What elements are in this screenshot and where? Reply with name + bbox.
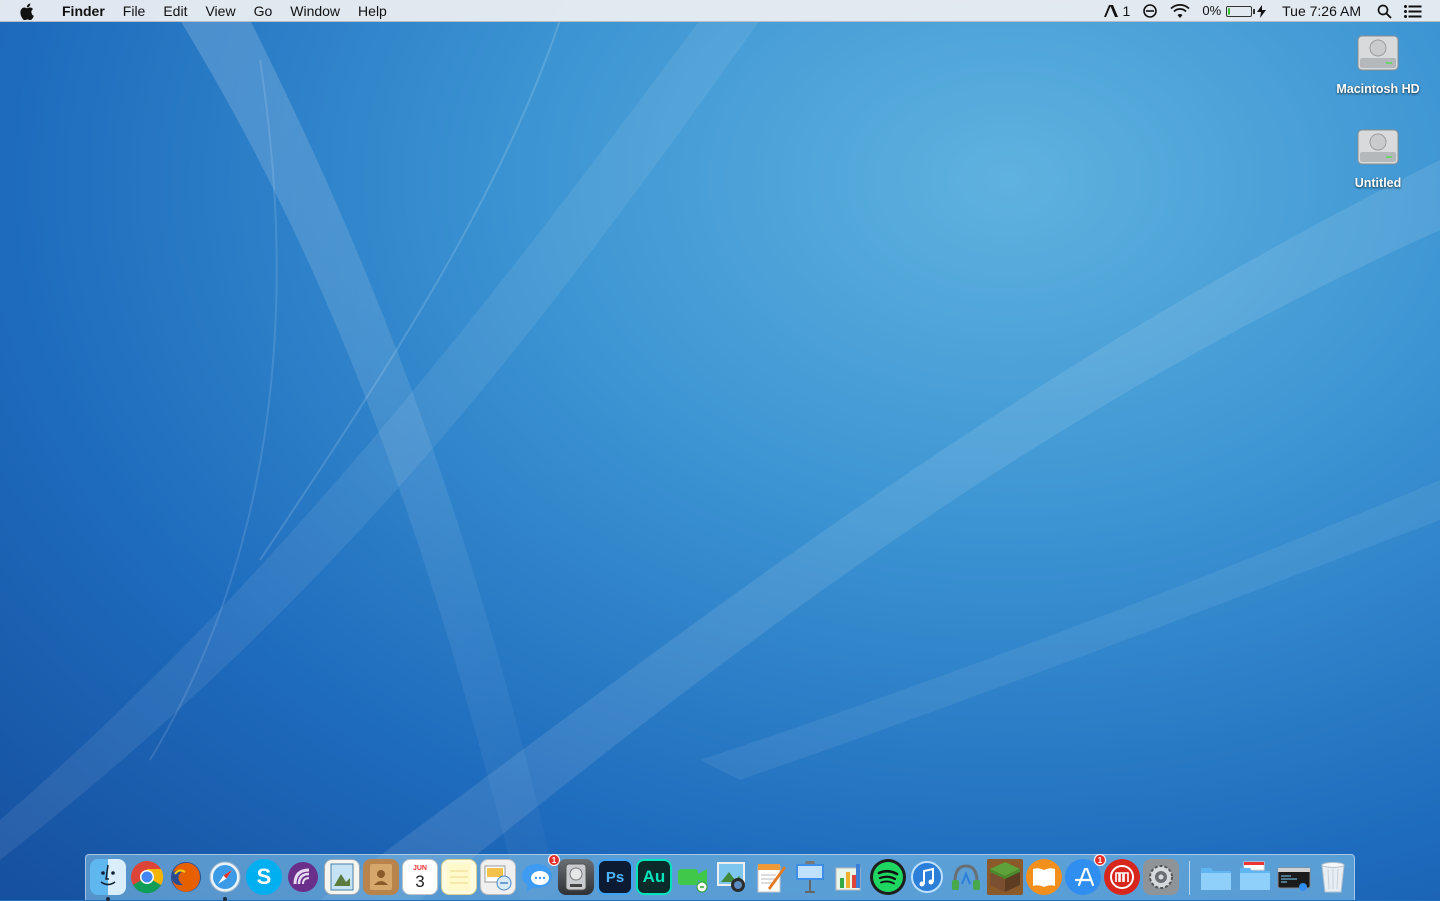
desktop-icon-macintosh-hd[interactable]: Macintosh HD [1328,30,1428,96]
system-preferences-icon[interactable] [1143,859,1179,895]
finder-icon[interactable] [90,859,126,901]
trash-icon[interactable] [1315,859,1351,895]
folder-icon[interactable] [1198,859,1234,895]
preview-icon[interactable] [324,859,360,895]
notes-icon[interactable] [441,859,477,895]
calendar-day: 3 [415,871,425,891]
torrent-icon[interactable] [285,859,321,895]
battery-icon [1226,5,1253,17]
facetime-icon[interactable] [675,859,711,895]
adobe-status-item[interactable]: 1 [1103,0,1131,22]
minecraft-icon[interactable] [987,859,1023,895]
contacts-icon[interactable] [363,859,399,895]
menu-app-name[interactable]: Finder [53,0,114,22]
calendar-icon[interactable]: JUN 3 [402,859,438,895]
desktop-icon-label: Macintosh HD [1336,82,1420,96]
adobe-count: 1 [1122,3,1131,19]
chrome-icon[interactable] [129,859,165,895]
menu-view[interactable]: View [196,0,244,22]
spotlight-search-icon[interactable] [1377,4,1392,19]
skype-label: S [256,864,272,889]
hard-drive-icon [1357,35,1399,71]
disk-utility-icon[interactable] [558,859,594,895]
maps-app-icon[interactable] [1104,859,1140,895]
wifi-icon[interactable] [1170,3,1190,19]
app-store-icon[interactable]: 1 [1065,854,1106,895]
battery-percent: 0% [1202,3,1222,18]
keynote-icon[interactable] [792,859,828,895]
audio-app-icon[interactable] [948,859,984,895]
spotify-icon[interactable] [870,859,906,895]
battery-status[interactable]: 0% [1202,0,1267,22]
hard-drive-icon [1357,129,1399,165]
app-store-badge: 1 [1094,854,1106,866]
menu-file[interactable]: File [114,0,155,22]
pages-icon[interactable] [753,859,789,895]
desktop-icon-untitled[interactable]: Untitled [1328,124,1428,190]
menu-clock[interactable]: Tue 7:26 AM [1282,0,1361,22]
audition-icon[interactable]: Au [636,859,672,895]
menu-edit[interactable]: Edit [154,0,196,22]
menu-go[interactable]: Go [245,0,282,22]
dock-separator [1189,861,1190,895]
desktop-wallpaper [0,0,1440,900]
time-machine-icon[interactable] [1142,3,1158,19]
ibooks-icon[interactable] [1026,859,1062,895]
safari-icon[interactable] [207,859,243,901]
photo-viewer-icon[interactable] [480,859,516,895]
iphoto-icon[interactable] [714,859,750,895]
itunes-icon[interactable] [909,859,945,895]
notification-center-icon[interactable] [1404,4,1422,18]
skype-icon[interactable]: S [246,859,282,895]
adobe-icon [1103,5,1118,17]
menu-bar: Finder File Edit View Go Window Help 1 0… [0,0,1440,22]
downloads-folder-icon[interactable] [1237,859,1273,895]
numbers-icon[interactable] [831,859,867,895]
terminal-icon[interactable] [1276,859,1312,895]
photoshop-icon[interactable]: Ps [597,859,633,895]
audition-label: Au [642,867,666,886]
menu-help[interactable]: Help [349,0,396,22]
messages-icon[interactable]: 1 [519,854,560,895]
menu-window[interactable]: Window [281,0,349,22]
firefox-icon[interactable] [168,859,204,895]
dock: S JUN 3 1 Ps Au 1 [85,854,1355,901]
apple-menu-icon[interactable] [19,2,37,20]
desktop-icon-label: Untitled [1354,176,1402,190]
charging-bolt-icon [1257,4,1267,18]
photoshop-label: Ps [605,868,625,886]
